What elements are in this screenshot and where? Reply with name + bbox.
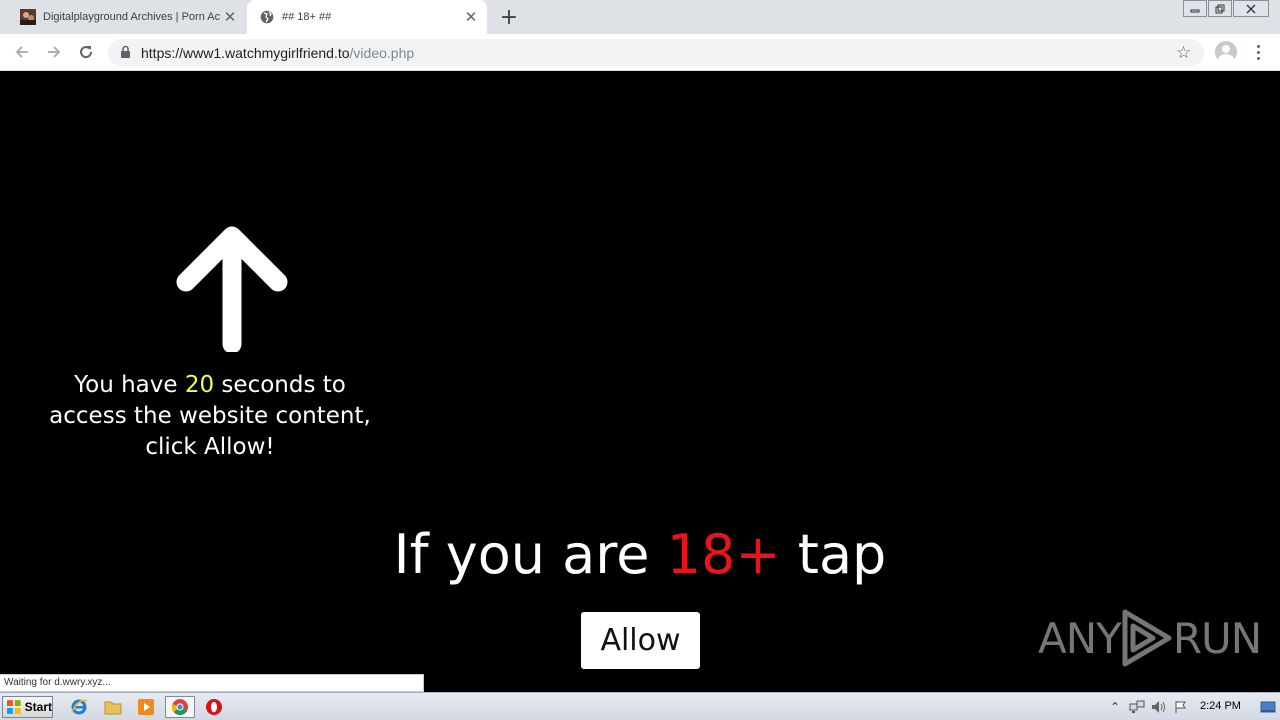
opera-icon[interactable] <box>203 697 225 717</box>
play-triangle-icon <box>1122 609 1172 667</box>
countdown-text-before: You have <box>74 372 185 398</box>
action-center-flag-icon[interactable] <box>1170 697 1192 717</box>
url-host: https://www1.watchmygirlfriend.to <box>141 45 350 61</box>
tab-title: Digitalplayground Archives | Porn Ac <box>43 11 220 23</box>
start-label: Start <box>24 700 52 714</box>
tab-strip: Digitalplayground Archives | Porn Ac ✕ #… <box>0 0 1280 34</box>
volume-icon[interactable] <box>1148 697 1170 717</box>
tab-18plus[interactable]: ## 18+ ## ✕ <box>247 0 487 34</box>
show-desktop-icon[interactable] <box>1258 697 1278 717</box>
countdown-message: You have 20 seconds to access the websit… <box>40 370 380 463</box>
address-bar[interactable]: https://www1.watchmygirlfriend.to/video.… <box>108 39 1204 66</box>
globe-icon <box>259 9 275 25</box>
allow-button[interactable]: Allow <box>581 612 700 669</box>
media-player-icon[interactable] <box>135 697 157 717</box>
anyrun-watermark: ANY RUN <box>1038 608 1262 668</box>
internet-explorer-icon[interactable] <box>68 697 90 717</box>
taskbar-clock[interactable]: 2:24 PM <box>1200 700 1241 712</box>
start-button[interactable]: Start <box>2 696 53 718</box>
network-icon[interactable] <box>1126 697 1148 717</box>
tab-digitalplayground[interactable]: Digitalplayground Archives | Porn Ac ✕ <box>8 0 246 34</box>
site-thumbnail-icon <box>20 9 36 25</box>
page-viewport: You have 20 seconds to access the websit… <box>0 72 1280 692</box>
windows-taskbar: Start ⌃ 2:24 PM <box>0 692 1280 720</box>
watermark-any: ANY <box>1038 613 1122 663</box>
status-bubble: Waiting for d.wwry.xyz... <box>0 674 424 692</box>
up-arrow-icon <box>176 226 288 352</box>
headline-age: 18+ <box>666 523 781 586</box>
headline-before: If you are <box>393 523 667 586</box>
countdown-seconds: 20 <box>184 372 215 398</box>
url-text: https://www1.watchmygirlfriend.to/video.… <box>141 45 414 61</box>
age-prompt-headline: If you are 18+ tap <box>0 520 1280 590</box>
chrome-menu-button[interactable] <box>1248 40 1268 64</box>
tab-title: ## 18+ ## <box>282 11 332 23</box>
forward-arrow-icon <box>48 46 61 58</box>
new-tab-button[interactable]: + <box>497 5 521 30</box>
browser-toolbar: https://www1.watchmygirlfriend.to/video.… <box>0 34 1280 71</box>
forward-button[interactable] <box>42 40 66 64</box>
windows-logo-icon <box>6 700 21 714</box>
watermark-run: RUN <box>1172 613 1262 663</box>
headline-after: tap <box>780 523 887 586</box>
close-tab-icon[interactable]: ✕ <box>220 7 240 27</box>
back-button[interactable] <box>10 40 34 64</box>
bookmark-star-icon[interactable]: ☆ <box>1176 43 1191 63</box>
url-path: /video.php <box>349 45 415 61</box>
system-tray: ⌃ <box>1104 693 1192 720</box>
close-window-button[interactable] <box>1233 0 1269 17</box>
show-hidden-icons-icon[interactable]: ⌃ <box>1104 697 1126 717</box>
chrome-taskbar-icon[interactable] <box>165 696 195 718</box>
minimize-button[interactable] <box>1183 0 1207 17</box>
reload-button[interactable] <box>74 40 98 64</box>
close-tab-icon[interactable]: ✕ <box>461 7 481 27</box>
profile-avatar[interactable] <box>1215 41 1237 63</box>
back-arrow-icon <box>15 46 28 58</box>
lock-icon <box>121 45 130 58</box>
reload-icon <box>80 46 93 59</box>
restore-button[interactable] <box>1208 0 1232 17</box>
file-explorer-icon[interactable] <box>102 697 124 717</box>
